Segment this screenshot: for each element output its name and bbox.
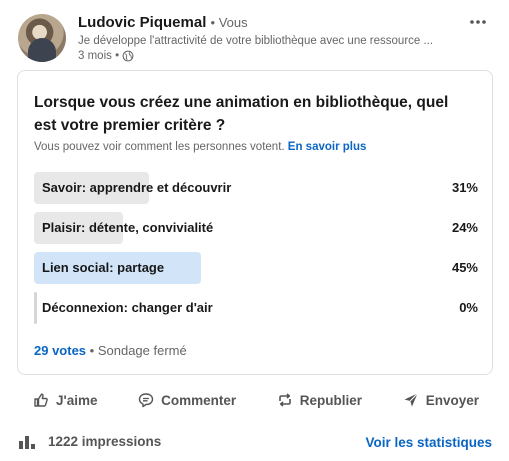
- more-options-button[interactable]: [466, 12, 490, 32]
- poll-option-percent: 31%: [451, 180, 478, 195]
- poll-option: Savoir: apprendre et découvrir 31%: [34, 172, 478, 204]
- poll-option-percent: 0%: [459, 300, 478, 315]
- poll-question: Lorsque vous créez une animation en bibl…: [34, 94, 449, 134]
- comment-button[interactable]: Commenter: [138, 392, 236, 408]
- author-line: Ludovic Piquemal • Vous: [78, 14, 248, 31]
- impressions-count: 1222 impressions: [48, 433, 162, 449]
- author-headline: Je développe l'attractivité de votre bib…: [78, 35, 434, 47]
- poll-option: Déconnexion: changer d'air 0%: [34, 292, 478, 324]
- comment-label: Commenter: [161, 392, 237, 408]
- author-name[interactable]: Ludovic Piquemal: [78, 14, 206, 31]
- like-button[interactable]: J'aime: [33, 392, 98, 408]
- post-header: Ludovic Piquemal • Vous Je développe l'a…: [18, 12, 496, 68]
- poll-option: Plaisir: détente, convivialité 24%: [34, 212, 478, 244]
- post-actions: J'aime Commenter Republier Envoyer: [17, 382, 493, 418]
- poll-option-label: Plaisir: détente, convivialité: [42, 220, 214, 235]
- send-icon: [404, 393, 418, 407]
- post-stats: 1222 impressions Voir les statistiques: [18, 433, 492, 455]
- repost-icon: [278, 393, 291, 407]
- visibility-note-text: Vous pouvez voir comment les personnes v…: [34, 141, 285, 153]
- poll-status: • Sondage fermé: [89, 343, 187, 358]
- poll-option-label: Savoir: apprendre et découvrir: [42, 180, 232, 195]
- poll-card: Lorsque vous créez une animation en bibl…: [17, 70, 493, 375]
- bar-chart-icon: [19, 436, 35, 449]
- poll-option-label: Lien social: partage: [42, 260, 165, 275]
- poll-option: Lien social: partage 45%: [34, 252, 478, 284]
- more-icon: [470, 20, 486, 24]
- poll-option-percent: 24%: [451, 220, 478, 235]
- poll-option-percent: 45%: [451, 260, 478, 275]
- impressions[interactable]: 1222 impressions: [18, 433, 161, 449]
- poll-visibility-note: Vous pouvez voir comment les personnes v…: [34, 141, 366, 153]
- like-label: J'aime: [56, 392, 98, 408]
- learn-more-link[interactable]: En savoir plus: [288, 141, 367, 153]
- post-time-text: 3 mois •: [78, 50, 120, 62]
- send-label: Envoyer: [425, 392, 479, 408]
- comment-icon: [138, 393, 154, 408]
- post-time: 3 mois •: [78, 50, 134, 62]
- globe-icon: [122, 50, 134, 62]
- repost-button[interactable]: Republier: [277, 392, 362, 408]
- repost-label: Republier: [299, 392, 363, 408]
- send-button[interactable]: Envoyer: [403, 392, 479, 408]
- avatar[interactable]: [18, 14, 66, 62]
- like-icon: [34, 393, 48, 407]
- vote-count-link[interactable]: 29 votes: [34, 343, 86, 358]
- author-badge: • Vous: [210, 15, 248, 30]
- poll-footer: 29 votes • Sondage fermé: [34, 343, 187, 358]
- poll-option-label: Déconnexion: changer d'air: [42, 300, 213, 315]
- poll-option-bar: [34, 292, 37, 324]
- view-stats-link[interactable]: Voir les statistiques: [365, 435, 492, 450]
